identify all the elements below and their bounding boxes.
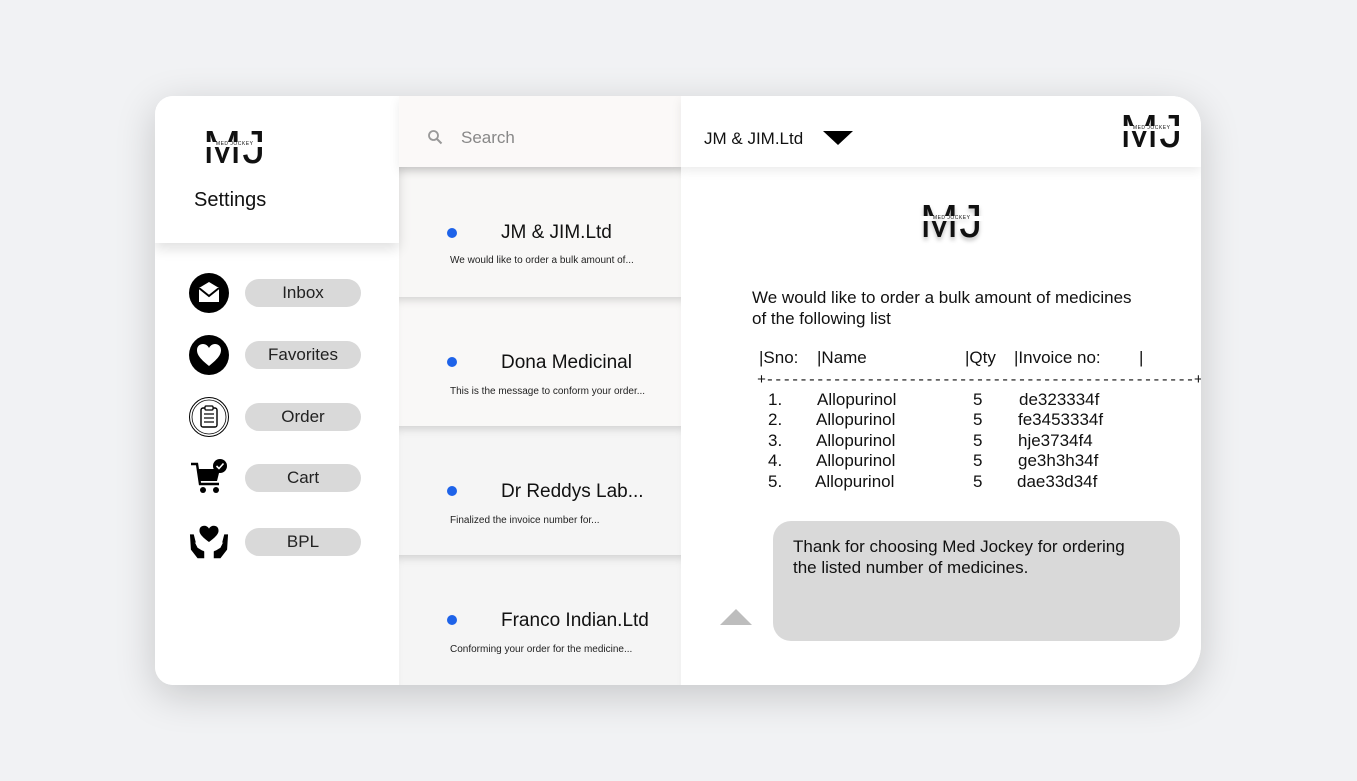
table-cell-sno: 5. [768,472,783,491]
unread-dot [447,615,457,625]
logo-subtext: MED JOCKEY [1120,126,1184,131]
list-item[interactable]: Franco Indian.Ltd Conforming your order … [399,555,681,685]
sidebar-item-label: Inbox [245,279,361,307]
table-cell-invoice: fe3453334f [1018,410,1104,429]
message-detail: JM & JIM.Ltd MJ MED JOCKEY MJ MED JOCKEY… [681,96,1201,685]
table-cell-qty: 5 [973,472,983,491]
message-preview: This is the message to conform your orde… [450,386,646,397]
sidebar-item-label: BPL [245,528,361,556]
mail-icon [189,273,229,313]
table-cell-qty: 5 [973,410,983,429]
sidebar-header: MJ MED JOCKEY Settings [155,96,399,243]
sidebar-item-favorites[interactable]: Favorites [189,335,361,375]
mail-app-window: MJ MED JOCKEY Settings Inbox Favorites O… [155,96,1201,685]
table-cell-invoice: hje3734f4 [1018,431,1093,450]
table-cell-name: Allopurinol [816,451,896,470]
table-cell-name: Allopurinol [817,390,897,409]
sidebar-item-label: Favorites [245,341,361,369]
message-title: Dr Reddys Lab... [501,481,644,502]
list-item[interactable]: JM & JIM.Ltd We would like to order a bu… [399,167,681,297]
search-icon [427,129,443,150]
table-header-end: | [1139,348,1144,367]
logo-subtext: MED JOCKEY [203,142,267,147]
logo-text: MJ [203,121,267,173]
reply-text[interactable]: Thank for choosing Med Jockey for orderi… [793,536,1173,578]
detail-header: JM & JIM.Ltd MJ MED JOCKEY [681,96,1201,167]
message-preview: Conforming your order for the medicine..… [450,644,633,655]
unread-dot [447,486,457,496]
message-body: We would like to order a bulk amount of … [752,287,1192,329]
brand-logo: MJ MED JOCKEY [920,195,984,247]
message-list: Search JM & JIM.Ltd We would like to ord… [399,96,681,685]
message-body-line: We would like to order a bulk amount of … [752,288,1132,307]
logo-text: MJ [1120,105,1184,157]
message-title: Dona Medicinal [501,352,632,373]
logo-subtext: MED JOCKEY [920,216,984,221]
table-cell-sno: 4. [768,451,783,470]
sidebar-item-cart[interactable]: Cart [189,458,361,498]
sidebar-item-inbox[interactable]: Inbox [189,273,361,313]
sidebar-item-label: Cart [245,464,361,492]
sidebar-item-label: Order [245,403,361,431]
reply-box[interactable]: Thank for choosing Med Jockey for orderi… [773,521,1180,641]
logo-text: MJ [920,195,984,247]
table-cell-qty: 5 [973,451,983,470]
table-cell-invoice: de323334f [1019,390,1100,409]
settings-title[interactable]: Settings [194,189,266,212]
message-title: JM & JIM.Ltd [501,222,612,243]
message-preview: We would like to order a bulk amount of.… [450,255,634,266]
table-cell-invoice: dae33d34f [1017,472,1098,491]
table-header-qty: |Qty [965,348,996,367]
search-bar[interactable]: Search [399,96,681,167]
message-title: Franco Indian.Ltd [501,610,649,631]
table-divider: +---------------------------------------… [757,372,1201,389]
table-cell-sno: 1. [768,390,783,409]
send-arrow-icon[interactable] [720,609,752,630]
sidebar-item-order[interactable]: Order [189,397,361,437]
table-header-name: |Name [817,348,867,367]
chevron-down-icon[interactable] [823,131,853,150]
message-body-line: of the following list [752,309,891,328]
hands-heart-icon [189,522,229,562]
table-cell-invoice: ge3h3h34f [1018,451,1099,470]
table-cell-sno: 3. [768,431,783,450]
company-selector-label[interactable]: JM & JIM.Ltd [704,129,803,149]
list-item[interactable]: Dona Medicinal This is the message to co… [399,297,681,426]
sidebar-item-bpl[interactable]: BPL [189,522,361,562]
unread-dot [447,228,457,238]
table-header-invoice: |Invoice no: [1014,348,1101,367]
brand-logo: MJ MED JOCKEY [203,121,267,173]
table-cell-name: Allopurinol [815,472,895,491]
table-cell-qty: 5 [973,390,983,409]
heart-icon [189,335,229,375]
table-header-sno: |Sno: [759,348,799,367]
list-item[interactable]: Dr Reddys Lab... Finalized the invoice n… [399,426,681,555]
unread-dot [447,357,457,367]
brand-logo: MJ MED JOCKEY [1120,105,1184,157]
cart-icon [189,458,229,498]
table-cell-qty: 5 [973,431,983,450]
sidebar: MJ MED JOCKEY Settings Inbox Favorites O… [155,96,399,685]
clipboard-icon [189,397,229,437]
table-cell-name: Allopurinol [816,431,896,450]
search-input[interactable]: Search [461,128,515,148]
message-preview: Finalized the invoice number for... [450,515,600,526]
table-cell-name: Allopurinol [816,410,896,429]
table-cell-sno: 2. [768,410,783,429]
